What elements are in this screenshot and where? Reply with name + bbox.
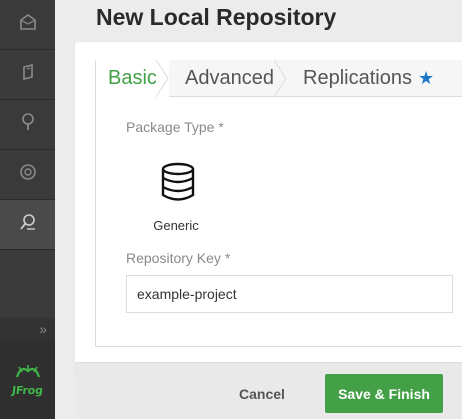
sidebar: » JFrog [0,0,55,419]
page-title: New Local Repository [96,4,337,30]
tab-separator [274,60,287,97]
package-type-label: Package Type * [126,119,224,135]
tab-advanced[interactable]: Advanced [169,60,287,97]
tab-label: Advanced [185,67,274,89]
artifacts-icon [18,62,38,87]
jfrog-logo-text: JFrog [11,383,44,397]
sidebar-item-admin[interactable] [0,200,55,250]
save-and-finish-button[interactable]: Save & Finish [325,374,443,413]
database-icon [158,162,198,208]
tab-label: Replications [303,67,412,89]
tab-basic[interactable]: Basic [96,60,169,97]
builds-icon [18,162,38,187]
home-icon [18,12,38,37]
tab-separator [156,60,169,97]
sidebar-item-artifacts[interactable] [0,50,55,100]
jfrog-logo-icon [13,363,43,386]
sidebar-footer: JFrog [0,340,55,419]
package-type-value: Generic [153,218,199,233]
cancel-button[interactable]: Cancel [226,375,298,413]
sidebar-item-builds[interactable] [0,150,55,200]
star-icon: ★ [417,68,435,88]
search-icon [18,112,38,137]
tab-label: Basic [108,67,157,89]
repository-key-input[interactable] [126,275,453,313]
double-chevron-right-icon: » [39,321,47,337]
tab-replications[interactable]: Replications ★ [287,60,452,97]
sidebar-item-home[interactable] [0,0,55,50]
admin-icon [18,212,38,237]
sidebar-expand-button[interactable]: » [0,318,55,340]
sidebar-item-search[interactable] [0,100,55,150]
repository-key-label: Repository Key * [126,250,231,266]
package-type-generic[interactable] [150,160,205,209]
wizard-tabs: Basic Advanced Replications ★ [96,60,462,97]
